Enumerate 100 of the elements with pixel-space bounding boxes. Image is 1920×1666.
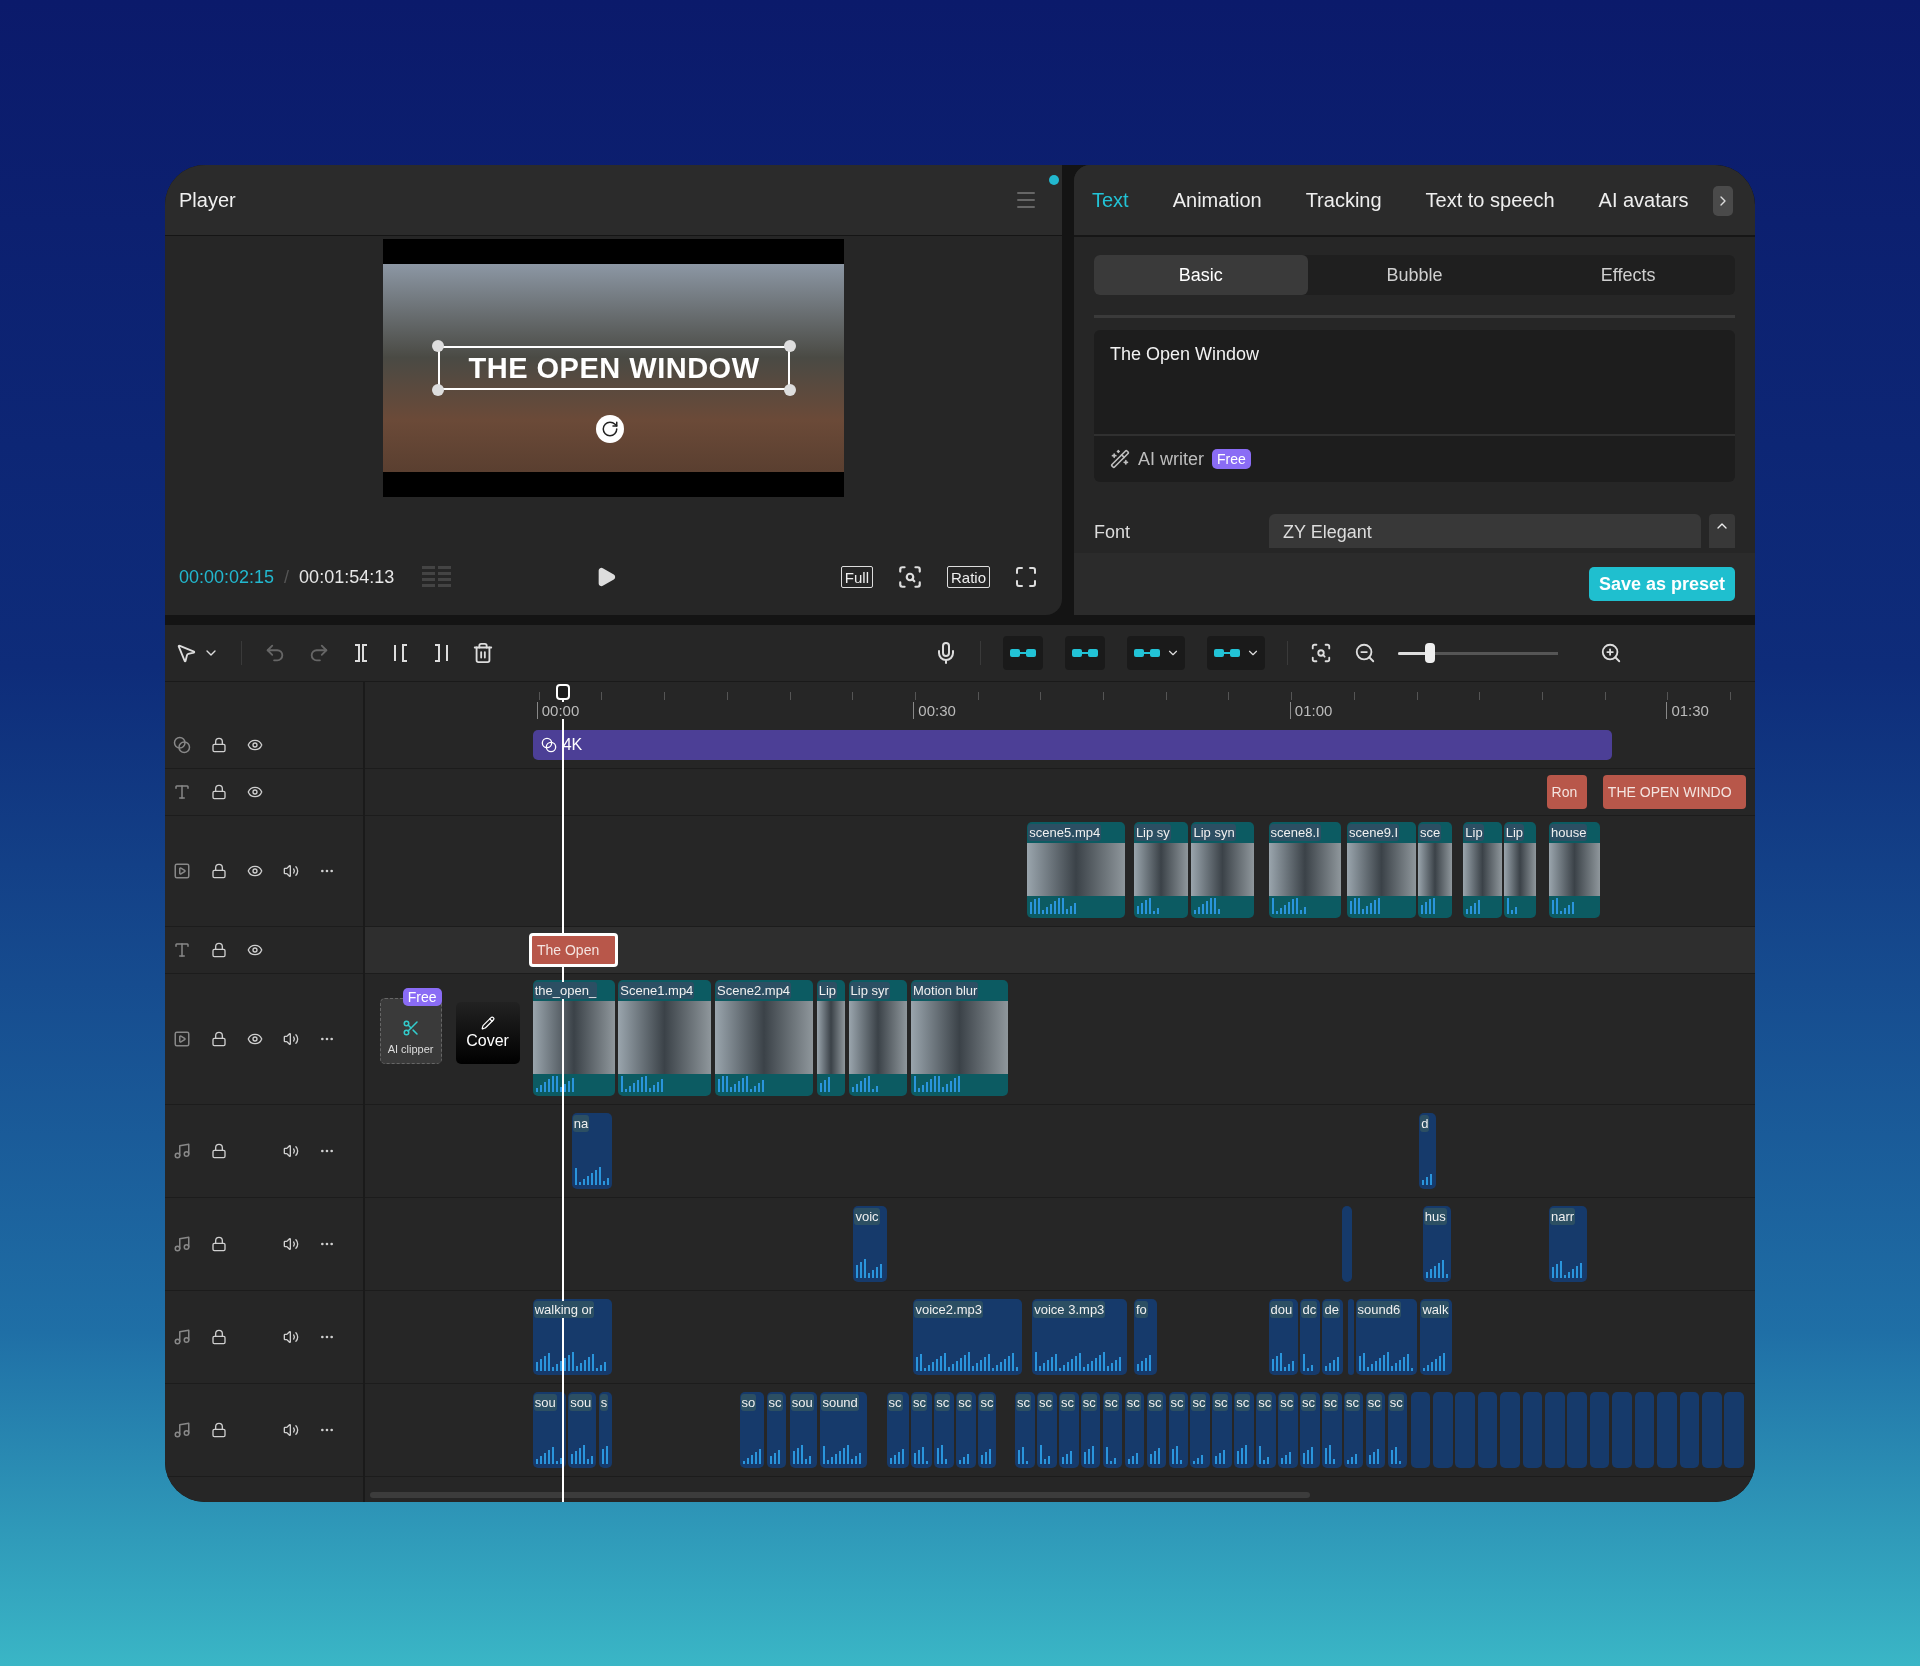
lock-icon[interactable] — [211, 1329, 227, 1345]
lock-icon[interactable] — [211, 1236, 227, 1252]
audio-clip[interactable]: walk — [1420, 1299, 1453, 1375]
ai-writer-button[interactable]: AI writer Free — [1094, 436, 1735, 482]
fullscreen-icon[interactable] — [1014, 565, 1038, 589]
audio-clip[interactable]: fo — [1133, 1299, 1158, 1375]
audio-clip[interactable]: sc — [911, 1392, 932, 1468]
eye-icon[interactable] — [247, 784, 263, 800]
panel-tab[interactable]: Animation — [1172, 188, 1262, 212]
eye-icon[interactable] — [247, 863, 263, 879]
video-clip[interactable]: scene9.I — [1346, 822, 1416, 918]
audio-clip[interactable] — [1348, 1299, 1355, 1375]
font-select[interactable]: ZY Elegant — [1269, 514, 1701, 548]
audio-clip[interactable] — [1612, 1392, 1632, 1468]
volume-icon[interactable] — [283, 1236, 299, 1252]
timeline-toggle[interactable] — [1065, 636, 1105, 670]
audio-clip[interactable]: sc — [978, 1392, 996, 1468]
audio-clip[interactable]: sc — [1365, 1392, 1386, 1468]
lock-icon[interactable] — [211, 1031, 227, 1047]
audio-clip[interactable] — [1433, 1392, 1453, 1468]
video-clip[interactable]: sce — [1417, 822, 1453, 918]
lock-icon[interactable] — [211, 942, 227, 958]
audio-clip[interactable]: sc — [1146, 1392, 1167, 1468]
scrollbar[interactable] — [370, 1492, 1310, 1498]
lock-icon[interactable] — [211, 1143, 227, 1159]
audio-clip[interactable] — [1567, 1392, 1588, 1468]
audio-clip[interactable]: sound — [820, 1392, 867, 1468]
audio-clip[interactable]: na — [571, 1113, 613, 1189]
audio-clip[interactable]: sc — [1300, 1392, 1320, 1468]
audio-clip[interactable]: dou — [1268, 1299, 1298, 1375]
audio-clip[interactable]: sc — [1037, 1392, 1057, 1468]
audio-clip[interactable]: voice2.mp3 — [913, 1299, 1023, 1375]
audio-clip[interactable]: sc — [1212, 1392, 1232, 1468]
audio-clip[interactable]: voice 3.mp3 — [1032, 1299, 1127, 1375]
cover-button[interactable]: Cover — [455, 1002, 520, 1064]
eye-icon[interactable] — [247, 1031, 263, 1047]
ruler-search-icon[interactable] — [1310, 642, 1332, 664]
lock-icon[interactable] — [211, 863, 227, 879]
subtab[interactable]: Basic — [1094, 255, 1308, 295]
volume-icon[interactable] — [283, 863, 299, 879]
audio-clip[interactable]: sc — [886, 1392, 909, 1468]
next-tabs-button[interactable] — [1713, 186, 1733, 216]
timeline-toggle[interactable] — [1207, 636, 1265, 670]
eye-icon[interactable] — [247, 942, 263, 958]
audio-clip[interactable]: sc — [1256, 1392, 1276, 1468]
audio-clip[interactable]: sound6 — [1355, 1299, 1417, 1375]
audio-clip[interactable] — [1477, 1392, 1498, 1468]
audio-clip[interactable]: so — [739, 1392, 765, 1468]
audio-clip[interactable]: sc — [956, 1392, 976, 1468]
audio-clip[interactable]: sc — [1190, 1392, 1211, 1468]
audio-clip[interactable]: sc — [1058, 1392, 1079, 1468]
video-clip[interactable]: Lip syr — [848, 980, 908, 1096]
audio-clip[interactable]: sou — [568, 1392, 597, 1468]
audio-clip[interactable] — [1634, 1392, 1655, 1468]
audio-clip[interactable] — [1724, 1392, 1744, 1468]
audio-clip[interactable]: sc — [1343, 1392, 1364, 1468]
zoom-out-icon[interactable] — [1354, 642, 1376, 664]
split-icon[interactable] — [352, 643, 370, 663]
audio-clip[interactable]: sou — [789, 1392, 817, 1468]
zoom-fit-icon[interactable] — [896, 564, 923, 590]
delete-icon[interactable] — [472, 642, 494, 664]
audio-clip[interactable] — [1522, 1392, 1543, 1468]
audio-clip[interactable] — [1455, 1392, 1475, 1468]
lock-icon[interactable] — [211, 784, 227, 800]
audio-clip[interactable] — [1701, 1392, 1722, 1468]
video-clip[interactable]: Lip — [1503, 822, 1536, 918]
video-clip[interactable]: Lip — [1463, 822, 1503, 918]
audio-clip[interactable]: voic — [853, 1206, 887, 1282]
audio-clip[interactable]: sc — [1015, 1392, 1035, 1468]
audio-clip[interactable]: hus — [1422, 1206, 1451, 1282]
text-clip[interactable]: THE OPEN WINDO — [1602, 775, 1747, 809]
redo-icon[interactable] — [308, 642, 330, 664]
audio-clip[interactable] — [1410, 1392, 1431, 1468]
video-clip[interactable]: Lip — [816, 980, 845, 1096]
eye-icon[interactable] — [247, 737, 263, 753]
text-clip[interactable]: The Open — [528, 933, 619, 967]
subtab[interactable]: Effects — [1521, 255, 1735, 295]
audio-clip[interactable]: sc — [1124, 1392, 1145, 1468]
audio-clip[interactable]: sc — [1278, 1392, 1298, 1468]
audio-clip[interactable]: sc — [934, 1392, 954, 1468]
audio-clip[interactable] — [1545, 1392, 1565, 1468]
rotate-icon[interactable] — [596, 415, 624, 443]
audio-clip[interactable]: sc — [766, 1392, 787, 1468]
text-clip[interactable]: Ron — [1546, 775, 1587, 809]
video-clip[interactable]: Lip syn — [1191, 822, 1254, 918]
audio-clip[interactable]: sc — [1387, 1392, 1408, 1468]
subtab[interactable]: Bubble — [1307, 255, 1522, 295]
audio-clip[interactable] — [1589, 1392, 1610, 1468]
lock-icon[interactable] — [211, 737, 227, 753]
undo-icon[interactable] — [264, 642, 286, 664]
zoom-in-icon[interactable] — [1600, 642, 1622, 664]
audio-clip[interactable]: de — [1322, 1299, 1344, 1375]
panel-tab[interactable]: Text — [1092, 188, 1129, 212]
lock-icon[interactable] — [211, 1422, 227, 1438]
timeline-toggle[interactable] — [1127, 636, 1185, 670]
audio-clip[interactable]: sc — [1080, 1392, 1101, 1468]
video-clip[interactable]: house — [1549, 822, 1601, 918]
split-icon[interactable] — [392, 643, 410, 663]
select-tool-icon[interactable] — [175, 642, 197, 664]
effect-clip[interactable]: 4K — [532, 730, 1613, 760]
